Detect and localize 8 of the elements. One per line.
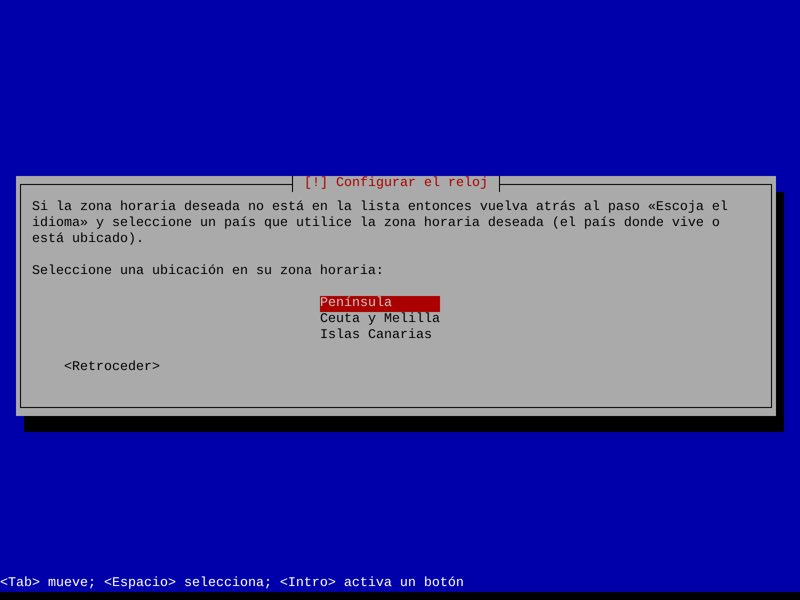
dialog-message: Si la zona horaria deseada no está en la lista entonces vuelva atrás al paso «Escoja el idioma» y seleccione un país que utilice la zona horaria deseada (el país donde vive o está ubicado). (32, 200, 729, 248)
back-button[interactable]: <Retroceder> (64, 360, 160, 376)
dialog-prompt: Seleccione una ubicación en su zona horaria: (32, 264, 385, 280)
list-item[interactable]: Islas Canarias (320, 328, 440, 344)
dialog-title: [!] Configurar el reloj (292, 176, 500, 192)
list-item[interactable]: Ceuta y Melilla (320, 312, 440, 328)
list-item[interactable]: Península (320, 296, 440, 312)
help-line: <Tab> mueve; <Espacio> selecciona; <Intro> activa un botón (0, 576, 464, 592)
